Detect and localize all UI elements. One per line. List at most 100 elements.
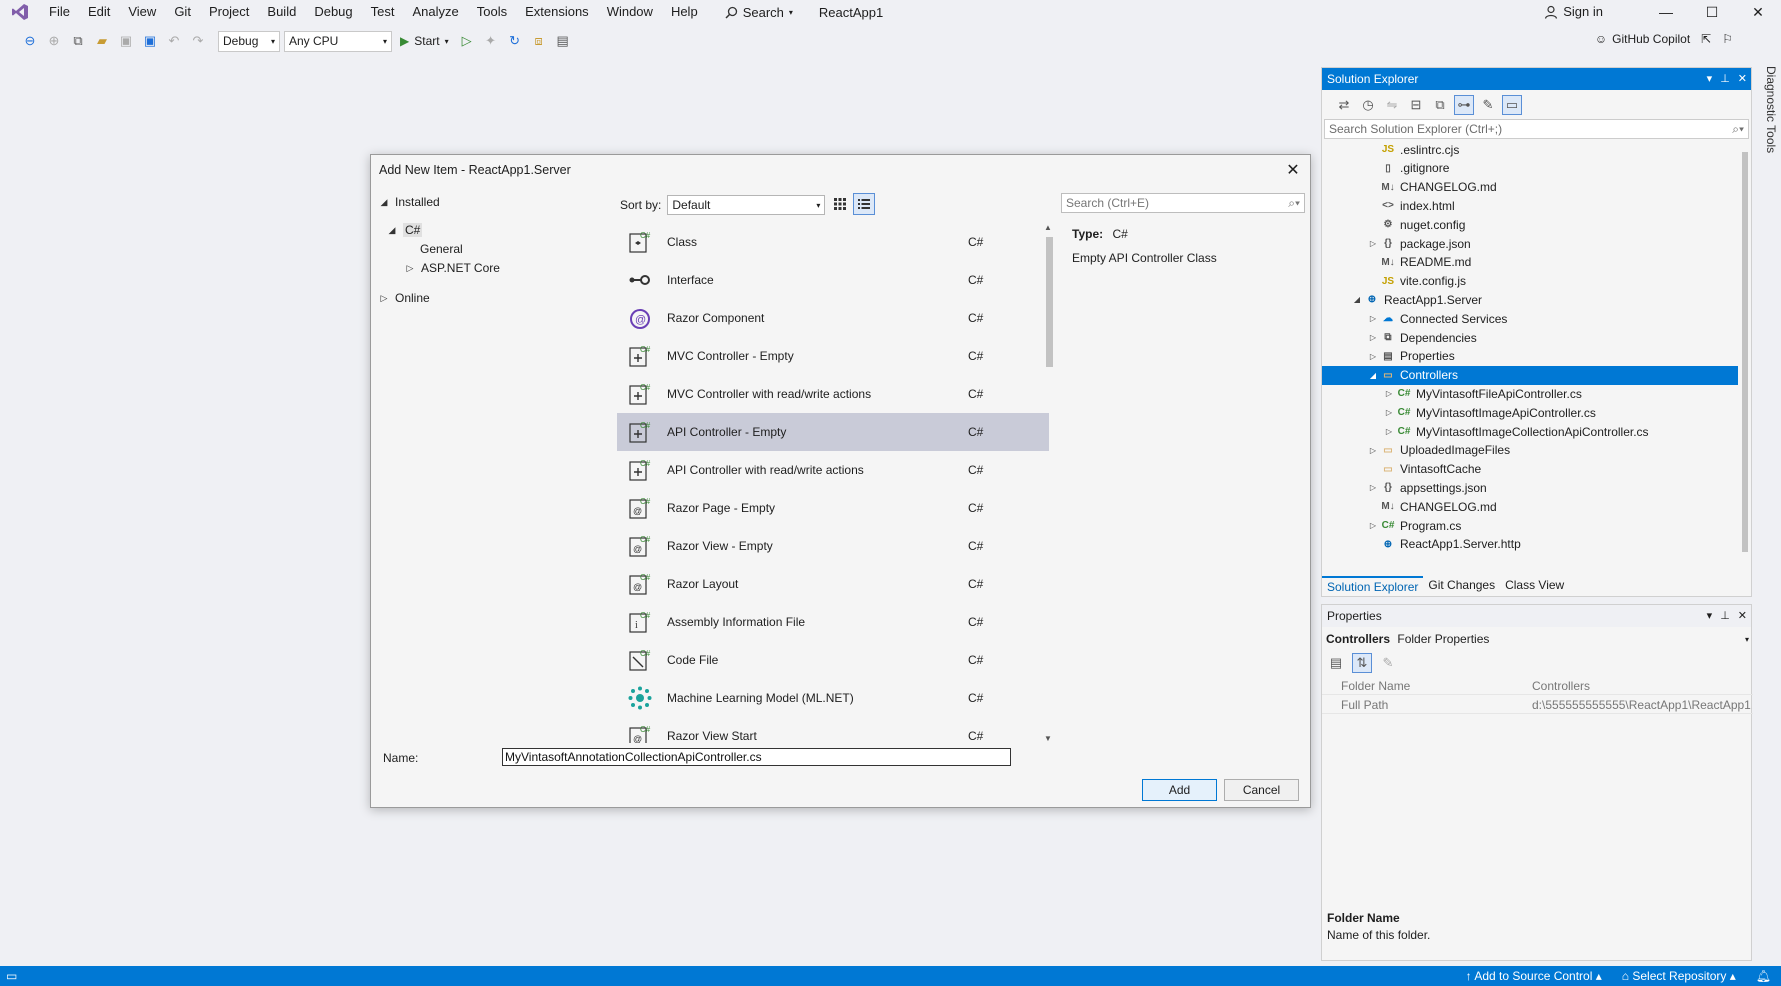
collapse-triangle-icon[interactable]: ◢ xyxy=(1350,295,1364,304)
filter-icon[interactable]: ⊶ xyxy=(1454,95,1474,115)
template-list-scrollbar[interactable]: ▲ ▼ xyxy=(1043,223,1055,743)
tree-item[interactable]: ▷ {} appsettings.json xyxy=(1366,478,1487,497)
close-icon[interactable]: ✕ xyxy=(1738,605,1747,627)
notifications-icon[interactable]: 🔔︎ xyxy=(1756,966,1771,986)
tab-git-changes[interactable]: Git Changes xyxy=(1423,576,1500,596)
hot-reload-icon[interactable]: ✦ xyxy=(481,31,501,51)
property-row[interactable]: Folder Name Controllers xyxy=(1322,677,1753,695)
sort-by-select[interactable]: Default ▾ xyxy=(667,195,826,215)
expand-triangle-icon[interactable]: ▷ xyxy=(1382,389,1396,398)
tree-item[interactable]: ▷ C# Program.cs xyxy=(1366,516,1461,535)
properties-object-selector[interactable]: Controllers Folder Properties ▾ xyxy=(1326,630,1749,648)
menu-view[interactable]: View xyxy=(119,0,165,24)
template-row[interactable]: C# MVC Controller with read/write actions… xyxy=(617,375,1049,413)
tree-item[interactable]: M↓ CHANGELOG.md xyxy=(1366,497,1496,516)
menu-test[interactable]: Test xyxy=(362,0,404,24)
save-all-icon[interactable]: ▣ xyxy=(140,31,160,51)
share-icon[interactable]: ⇱ xyxy=(1701,32,1711,46)
tree-item[interactable]: ⚙ nuget.config xyxy=(1366,215,1466,234)
menu-git[interactable]: Git xyxy=(165,0,200,24)
expand-triangle-icon[interactable]: ▷ xyxy=(1366,352,1380,361)
tree-online[interactable]: ▷ Online xyxy=(379,291,430,305)
expand-triangle-icon[interactable]: ▷ xyxy=(1382,427,1396,436)
tree-item[interactable]: ▷ ▤ Properties xyxy=(1366,347,1455,366)
layout-icon[interactable]: ▤ xyxy=(553,31,573,51)
template-row[interactable]: C# @ Razor View Start C# xyxy=(617,717,1049,743)
menu-window[interactable]: Window xyxy=(598,0,662,24)
collapse-triangle-icon[interactable]: ◢ xyxy=(1366,371,1380,380)
categorized-icon[interactable]: ▤ xyxy=(1326,653,1346,673)
tree-installed[interactable]: ◢ Installed xyxy=(379,195,440,209)
scroll-down-icon[interactable]: ▼ xyxy=(1044,734,1052,743)
template-row[interactable]: C# i Assembly Information File C# xyxy=(617,603,1049,641)
tree-item[interactable]: JS vite.config.js xyxy=(1366,272,1466,291)
sync-with-document-icon[interactable]: ⇋ xyxy=(1382,95,1402,115)
navigate-back-icon[interactable]: ⊖ xyxy=(20,31,40,51)
template-row[interactable]: C# @ Razor Page - Empty C# xyxy=(617,489,1049,527)
tree-item[interactable]: ▷ C# MyVintasoftImageCollectionApiControll… xyxy=(1382,422,1649,441)
global-search-button[interactable]: Search ▾ xyxy=(719,5,799,20)
tree-item[interactable]: ◢ ⊕ ReactApp1.Server xyxy=(1350,290,1482,309)
template-row[interactable]: C# API Controller with read/write actions… xyxy=(617,451,1049,489)
template-row[interactable]: Interface C# xyxy=(617,261,1049,299)
diagnostic-tools-tab[interactable]: Diagnostic Tools xyxy=(1758,66,1778,186)
tree-aspnet-core[interactable]: ▷ ASP.NET Core xyxy=(405,261,500,275)
chevron-down-icon[interactable]: ▾ xyxy=(1707,68,1713,90)
solution-configuration-select[interactable]: Debug ▾ xyxy=(218,30,280,52)
refresh-icon[interactable]: ↻ xyxy=(505,31,525,51)
tree-item[interactable]: ◢ ▭ Controllers xyxy=(1322,365,1738,385)
tree-item[interactable]: ▷ ⧉ Dependencies xyxy=(1366,328,1477,347)
close-window-icon[interactable]: ✕ xyxy=(1735,0,1781,24)
minimize-icon[interactable]: — xyxy=(1643,0,1689,24)
add-to-source-control-button[interactable]: ↑ Add to Source Control ▴ xyxy=(1466,966,1602,986)
new-project-icon[interactable]: ⧉ xyxy=(68,31,88,51)
solution-platform-select[interactable]: Any CPU ▾ xyxy=(284,30,392,52)
tree-csharp[interactable]: ◢ C# xyxy=(387,223,423,237)
feedback-icon[interactable]: ⚐ xyxy=(1722,32,1733,46)
alphabetical-icon[interactable]: ⇅ xyxy=(1352,653,1372,673)
show-all-files-icon[interactable]: ⧉ xyxy=(1430,95,1450,115)
pin-icon[interactable]: ⊥ xyxy=(1720,605,1730,627)
template-row[interactable]: C# MVC Controller - Empty C# xyxy=(617,337,1049,375)
navigate-forward-icon[interactable]: ⊕ xyxy=(44,31,64,51)
template-row[interactable]: Machine Learning Model (ML.NET) C# xyxy=(617,679,1049,717)
template-row[interactable]: C# Class C# xyxy=(617,223,1049,261)
expand-triangle-icon[interactable]: ▷ xyxy=(1382,408,1396,417)
undo-icon[interactable]: ↶ xyxy=(164,31,184,51)
template-row[interactable]: @ Razor Component C# xyxy=(617,299,1049,337)
template-row[interactable]: C# @ Razor View - Empty C# xyxy=(617,527,1049,565)
tab-solution-explorer[interactable]: Solution Explorer xyxy=(1322,576,1424,596)
name-field[interactable] xyxy=(502,748,1011,766)
menu-tools[interactable]: Tools xyxy=(468,0,516,24)
expand-triangle-icon[interactable]: ▷ xyxy=(1366,314,1380,323)
menu-extensions[interactable]: Extensions xyxy=(516,0,598,24)
tree-item[interactable]: ▷ C# MyVintasoftImageApiController.cs xyxy=(1382,403,1596,422)
tree-item[interactable]: M↓ README.md xyxy=(1366,253,1471,272)
tree-item[interactable]: ▷ {} package.json xyxy=(1366,234,1471,253)
expand-triangle-icon[interactable]: ▷ xyxy=(1366,333,1380,342)
maximize-icon[interactable]: ☐ xyxy=(1689,0,1735,24)
solution-tree-scrollbar[interactable] xyxy=(1740,140,1750,572)
github-copilot-button[interactable]: ☺ GitHub Copilot ⇱ ⚐ xyxy=(1595,32,1733,46)
scroll-thumb[interactable] xyxy=(1046,237,1053,367)
expand-triangle-icon[interactable]: ▷ xyxy=(1366,446,1380,455)
solution-explorer-search-input[interactable]: Search Solution Explorer (Ctrl+;) ⌕▾ xyxy=(1324,119,1749,139)
small-icons-view-icon[interactable] xyxy=(853,193,875,215)
tree-item[interactable]: ▷ C# MyVintasoftFileApiController.cs xyxy=(1382,384,1582,403)
properties-icon[interactable]: ✎ xyxy=(1478,95,1498,115)
open-folder-icon[interactable]: ▰ xyxy=(92,31,112,51)
chevron-down-icon[interactable]: ▾ xyxy=(1707,605,1713,627)
close-icon[interactable]: ✕ xyxy=(1738,68,1747,90)
select-repository-button[interactable]: ⌂ Select Repository ▴ xyxy=(1622,966,1736,986)
preview-selected-icon[interactable]: ▭ xyxy=(1502,95,1522,115)
medium-icons-view-icon[interactable] xyxy=(829,193,851,215)
start-debugging-button[interactable]: ▶ Start ▾ xyxy=(396,34,453,48)
menu-edit[interactable]: Edit xyxy=(79,0,119,24)
browse-files-icon[interactable]: ⧈ xyxy=(529,31,549,51)
menu-analyze[interactable]: Analyze xyxy=(403,0,467,24)
sign-in-button[interactable]: Sign in xyxy=(1544,0,1603,24)
tree-item[interactable]: M↓ CHANGELOG.md xyxy=(1366,178,1496,197)
property-pages-icon[interactable]: ✎ xyxy=(1378,653,1398,673)
cancel-button[interactable]: Cancel xyxy=(1224,779,1299,801)
collapse-all-icon[interactable]: ⊟ xyxy=(1406,95,1426,115)
